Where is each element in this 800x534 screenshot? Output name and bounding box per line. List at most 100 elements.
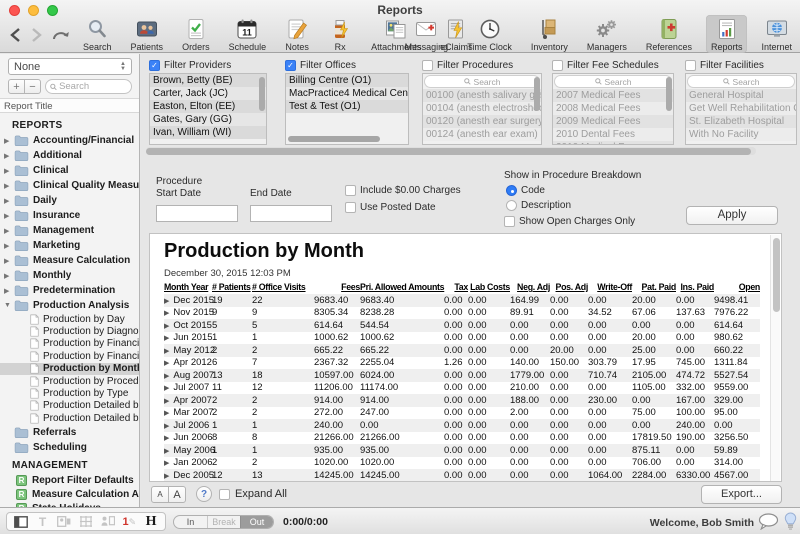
chevron-right-icon[interactable]: ▶ [164,385,169,392]
vertical-scrollbar[interactable] [666,77,672,111]
end-date-input[interactable] [250,205,332,222]
filter-providers-checkbox[interactable]: ✓ Filter Providers [149,59,267,72]
lightbulb-icon[interactable] [784,512,797,534]
report-vertical-scrollbar[interactable] [770,235,780,481]
filter-procedures-list[interactable]: Search 00100 (anesth salivary glan 00104 (… [422,73,542,145]
chevron-right-icon[interactable]: ▶ [4,242,14,250]
column-header-pos-adj[interactable]: Pos. Adj [550,282,589,294]
description-radio[interactable]: Description [506,200,571,211]
chevron-right-icon[interactable]: ▶ [164,473,169,480]
filter-horizontal-scrollbar[interactable] [146,147,756,155]
toolbar-item-managers[interactable]: Managers [582,15,632,53]
text-tool-icon[interactable]: T [34,514,51,529]
remove-report-button[interactable]: − [24,79,41,94]
chevron-right-icon[interactable]: ▶ [164,435,169,442]
column-header-lab-costs[interactable]: Lab Costs [468,282,510,294]
sidebar-item-production-by-type[interactable]: Production by Type [0,387,139,399]
filter-offices-checkbox[interactable]: ✓ Filter Offices [285,59,409,72]
toolbar-item-messaging[interactable]: Messaging [400,15,454,53]
expand-all-checkbox[interactable]: Expand All [219,488,287,500]
segment-break[interactable]: Break [207,516,240,528]
include-zero-charges-checkbox[interactable]: Include $0.00 Charges [345,185,461,196]
table-row[interactable]: ▶ Jan 2006 2 2 1020.00 1020.00 0.00 0.00 0.00 0.0… [164,457,760,470]
segment-in[interactable]: In [174,516,207,528]
sidebar-item-daily[interactable]: ▶ Daily [0,193,139,208]
list-item[interactable]: MacPractice4 Medical Center ( [286,87,408,100]
chevron-right-icon[interactable]: ▶ [4,152,14,160]
back-arrow-icon[interactable] [10,27,21,42]
chevron-right-icon[interactable]: ▶ [164,335,169,342]
toolbar-item-rx[interactable]: Rx [323,15,357,53]
chevron-right-icon[interactable]: ▶ [4,257,14,265]
grid-icon[interactable] [77,514,94,529]
list-item[interactable]: 2008 Medical Fees [553,102,673,115]
sidebar-item-measure-calculation[interactable]: ▶ Measure Calculation [0,253,139,268]
sidebar-item-production-analysis[interactable]: ▼ Production Analysis [0,298,139,313]
preset-dropdown[interactable]: None ▲ ▼ [8,58,132,75]
sidebar-item-management[interactable]: ▶ Management [0,223,139,238]
filter-fee-schedules-list[interactable]: Search 2007 Medical Fees 2008 Medical Fees… [552,73,674,145]
chevron-right-icon[interactable]: ▶ [164,410,169,417]
filter-facilities-list[interactable]: Search General Hospital Get Well Rehabilit… [685,73,797,145]
table-row[interactable]: ▶ Oct 2015 5 5 614.64 544.54 0.00 0.00 0.00 0.00 0… [164,319,760,332]
list-item[interactable]: Easton, Elton (EE) [150,100,266,113]
segment-out[interactable]: Out [240,516,273,528]
table-row[interactable]: ▶ Jul 2006 1 1 240.00 0.00 0.00 0.00 0.00 0.00 0.0… [164,419,760,432]
table-row[interactable]: ▶ May 2012 2 2 665.22 665.22 0.00 0.00 0.00 20.00… [164,344,760,357]
list-item[interactable]: 2010 Dental Fees [553,128,673,141]
table-row[interactable]: ▶ Mar 2007 2 2 272.00 247.00 0.00 0.00 2.00 0.00 0… [164,407,760,420]
list-item[interactable]: Ivan, William (WI) [150,126,266,139]
sidebar-item-scheduling[interactable]: Scheduling [0,440,139,455]
sidebar-search-input[interactable] [59,81,127,92]
filter-providers-list[interactable]: Brown, Betty (BE) Carter, Jack (JC) Easton… [149,73,267,145]
column-header-neg-adj[interactable]: Neg. Adj [510,282,550,294]
toolbar-item-orders[interactable]: Orders [177,15,215,53]
table-row[interactable]: ▶ Apr 2012 6 7 2367.32 2255.04 1.26 0.00 140.00 1… [164,357,760,370]
filter-facilities-search-field[interactable]: Search [687,75,795,88]
sidebar-item-referrals[interactable]: Referrals [0,425,139,440]
list-item[interactable]: Billing Centre (O1) [286,74,408,87]
list-item[interactable]: Get Well Rehabilitation Clin [686,102,796,115]
filter-procedures-checkbox[interactable]: Filter Procedures [422,59,542,72]
chevron-right-icon[interactable]: ▶ [4,197,14,205]
column-header-pat-paid[interactable]: Pat. Paid [632,282,677,294]
chevron-right-icon[interactable]: ▶ [4,182,14,190]
list-item[interactable]: Carter, Jack (JC) [150,87,266,100]
toolbar-item-time-clock[interactable]: Time Clock [462,15,517,53]
sidebar-item-production-by-month[interactable]: Production by Month [0,362,139,375]
column-header-office-visits[interactable]: # Office Visits [252,282,314,294]
sidebar-item-production-by-diagnosis[interactable]: Production by Diagnosis [0,325,139,337]
chevron-right-icon[interactable]: ▶ [164,423,169,430]
toolbar-item-schedule[interactable]: 11 Schedule [224,15,272,53]
code-radio[interactable]: Code [506,185,545,196]
sidebar-item-production-detailed-b[interactable]: Production Detailed b... [0,412,139,424]
sidebar-item-predetermination[interactable]: ▶ Predetermination [0,283,139,298]
font-smaller-button[interactable]: A [151,486,169,503]
chevron-right-icon[interactable]: ▶ [164,373,169,380]
list-item[interactable]: General Hospital [686,89,796,102]
column-header-patients[interactable]: # Patients [212,282,252,294]
list-item[interactable]: 00104 (anesth electroshock [423,102,541,115]
horizontal-scrollbar[interactable] [288,136,380,142]
sidebar-item-production-by-financi[interactable]: Production by Financi... [0,338,139,350]
chevron-right-icon[interactable]: ▶ [164,398,169,405]
sidebar-item-clinical-quality-measures[interactable]: ▶ Clinical Quality Measures [0,178,139,193]
column-header-fees[interactable]: Fees [314,282,360,294]
column-header-ins-paid[interactable]: Ins. Paid [676,282,715,294]
chat-bubble-icon[interactable] [758,513,779,534]
sidebar-item-measure-calculation-a[interactable]: R Measure Calculation A... [0,488,139,502]
table-row[interactable]: ▶ Dec 2015 19 22 9683.40 9683.40 0.00 0.00 164.9… [164,294,760,307]
font-larger-button[interactable]: A [168,486,186,503]
filter-offices-list[interactable]: Billing Centre (O1) MacPractice4 Medical … [285,73,409,145]
filter-fee-schedules-checkbox[interactable]: Filter Fee Schedules [552,59,674,72]
show-open-charges-checkbox[interactable]: Show Open Charges Only [504,216,635,227]
sidebar-item-insurance[interactable]: ▶ Insurance [0,208,139,223]
column-header-write-off[interactable]: Write-Off [588,282,632,294]
sidebar-item-additional[interactable]: ▶ Additional [0,148,139,163]
sidebar-item-marketing[interactable]: ▶ Marketing [0,238,139,253]
sidebar-item-production-by-financi[interactable]: Production by Financi... [0,350,139,362]
list-item[interactable]: Gates, Gary (GG) [150,113,266,126]
column-header-pri-allowed-amounts[interactable]: Pri. Allowed Amounts [360,282,445,294]
chevron-right-icon[interactable]: ▶ [164,298,169,305]
chevron-right-icon[interactable]: ▶ [164,310,169,317]
